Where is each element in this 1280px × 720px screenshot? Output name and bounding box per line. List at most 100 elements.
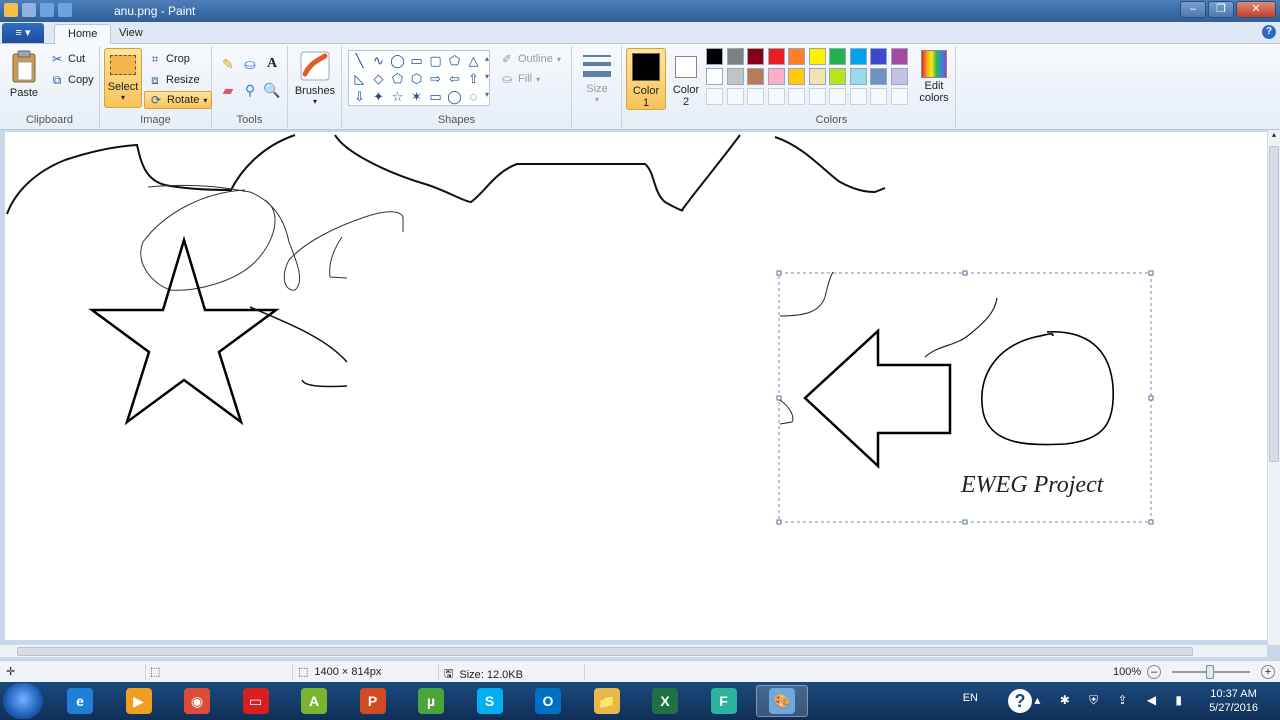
palette-swatch[interactable]	[808, 48, 826, 65]
eraser-icon[interactable]: ▰	[218, 80, 238, 100]
taskbar-app[interactable]: A	[288, 685, 340, 717]
shape-option[interactable]: ▭	[408, 52, 425, 69]
vertical-scroll-thumb[interactable]	[1269, 146, 1279, 462]
shape-option[interactable]: ∿	[370, 52, 387, 69]
paint-app-icon[interactable]	[4, 3, 18, 17]
taskbar-app[interactable]: P	[347, 685, 399, 717]
shapes-gallery-scroll[interactable]: ▴ ▾ ▾	[482, 50, 492, 106]
shape-option[interactable]: ⇦	[446, 70, 463, 87]
shape-option[interactable]: ⬡	[408, 70, 425, 87]
help-icon[interactable]: ?	[1262, 25, 1276, 39]
shape-option[interactable]: ╲	[351, 52, 368, 69]
palette-swatch[interactable]	[767, 88, 785, 105]
palette-swatch[interactable]	[870, 68, 887, 85]
resize-button[interactable]: ⧈ Resize	[148, 73, 199, 87]
edit-colors-button[interactable]: Edit colors	[914, 50, 954, 104]
taskbar-app[interactable]: e	[54, 685, 106, 717]
taskbar-app[interactable]: S	[464, 685, 516, 717]
copy-button[interactable]: ⧉ Copy	[50, 73, 94, 87]
magnifier-icon[interactable]: 🔍	[262, 80, 282, 100]
color1-button[interactable]: Color 1	[626, 48, 666, 110]
fill-button[interactable]: ⛀ Fill ▾	[500, 72, 540, 86]
shape-option[interactable]: ⇨	[427, 70, 444, 87]
palette-swatch[interactable]	[726, 48, 744, 65]
close-button[interactable]: ✕	[1236, 1, 1276, 18]
palette-swatch[interactable]	[870, 88, 887, 105]
palette-swatch[interactable]	[726, 68, 744, 85]
taskbar-app[interactable]: 🎨	[756, 685, 808, 717]
shape-option[interactable]: ◯	[446, 88, 463, 105]
taskbar-app[interactable]: O	[522, 685, 574, 717]
shape-option[interactable]: ▢	[427, 52, 444, 69]
palette-swatch[interactable]	[808, 68, 826, 85]
shape-option[interactable]: ⇧	[465, 70, 482, 87]
taskbar-app[interactable]: F	[698, 685, 750, 717]
palette-swatch[interactable]	[767, 68, 785, 85]
select-button[interactable]: Select ▾	[104, 48, 142, 108]
shape-option[interactable]: ✦	[370, 88, 387, 105]
palette-swatch[interactable]	[706, 68, 723, 85]
zoom-out-button[interactable]: –	[1147, 665, 1162, 679]
palette-swatch[interactable]	[849, 68, 867, 85]
tab-home[interactable]: Home	[54, 24, 112, 45]
cut-button[interactable]: ✂ Cut	[50, 52, 85, 66]
palette-swatch[interactable]	[849, 88, 867, 105]
palette-swatch[interactable]	[829, 88, 846, 105]
outline-button[interactable]: ✐ Outline ▾	[500, 52, 561, 66]
shape-option[interactable]: ▭	[427, 88, 444, 105]
drawing-canvas[interactable]: EWEG Project	[5, 132, 1271, 640]
palette-swatch[interactable]	[747, 48, 764, 65]
palette-swatch[interactable]	[788, 88, 805, 105]
help-tray-icon[interactable]: ?	[1008, 689, 1032, 713]
palette-swatch[interactable]	[706, 88, 723, 105]
shape-option[interactable]: ◌	[465, 88, 482, 105]
shape-option[interactable]: ◯	[389, 52, 406, 69]
palette-swatch[interactable]	[890, 48, 908, 65]
vertical-scrollbar[interactable]: ▴	[1267, 130, 1280, 645]
pencil-icon[interactable]: ✎	[218, 54, 238, 74]
shape-option[interactable]: ⬠	[389, 70, 406, 87]
taskbar-app[interactable]: ▶	[113, 685, 165, 717]
shape-option[interactable]: △	[465, 52, 482, 69]
shape-option[interactable]: ⇩	[351, 88, 368, 105]
taskbar-app[interactable]: ▭	[230, 685, 282, 717]
taskbar-app[interactable]: µ	[405, 685, 457, 717]
taskbar-app[interactable]: X	[639, 685, 691, 717]
taskbar-app[interactable]: ◉	[171, 685, 223, 717]
palette-swatch[interactable]	[788, 68, 805, 85]
start-button[interactable]	[3, 683, 43, 719]
fill-bucket-icon[interactable]: ⛀	[240, 54, 260, 74]
undo-icon[interactable]	[40, 3, 54, 17]
palette-swatch[interactable]	[829, 68, 846, 85]
palette-swatch[interactable]	[890, 68, 908, 85]
taskbar-app[interactable]: 📁	[581, 685, 633, 717]
customize-qat-icon[interactable]	[76, 3, 84, 17]
zoom-in-button[interactable]: +	[1261, 665, 1275, 679]
size-button[interactable]: Size ▾	[578, 50, 616, 104]
palette-swatch[interactable]	[747, 88, 764, 105]
palette-swatch[interactable]	[808, 88, 826, 105]
palette-swatch[interactable]	[788, 48, 805, 65]
palette-swatch[interactable]	[747, 68, 764, 85]
shape-option[interactable]: ⬠	[446, 52, 463, 69]
palette-swatch[interactable]	[726, 88, 744, 105]
crop-button[interactable]: ⌗ Crop	[148, 52, 190, 66]
palette-swatch[interactable]	[849, 48, 867, 65]
minimize-button[interactable]: –	[1180, 1, 1206, 18]
maximize-button[interactable]: ❐	[1208, 1, 1234, 18]
text-tool-icon[interactable]: A	[262, 54, 282, 74]
paste-button[interactable]: Paste	[6, 50, 42, 99]
palette-swatch[interactable]	[870, 48, 887, 65]
file-menu-button[interactable]: ≡ ▾	[2, 23, 44, 43]
palette-swatch[interactable]	[890, 88, 908, 105]
palette-swatch[interactable]	[706, 48, 723, 65]
shape-option[interactable]: ☆	[389, 88, 406, 105]
zoom-slider-thumb[interactable]	[1206, 665, 1214, 679]
horizontal-scroll-thumb[interactable]	[17, 647, 1193, 656]
rotate-button[interactable]: ⟳ Rotate ▾	[144, 91, 213, 109]
save-icon[interactable]	[22, 3, 36, 17]
brushes-button[interactable]: Brushes ▾	[294, 50, 336, 106]
shape-option[interactable]: ◇	[370, 70, 387, 87]
clock[interactable]: 10:37 AM 5/27/2016	[1209, 687, 1258, 715]
scroll-up-icon[interactable]: ▴	[1268, 130, 1280, 139]
